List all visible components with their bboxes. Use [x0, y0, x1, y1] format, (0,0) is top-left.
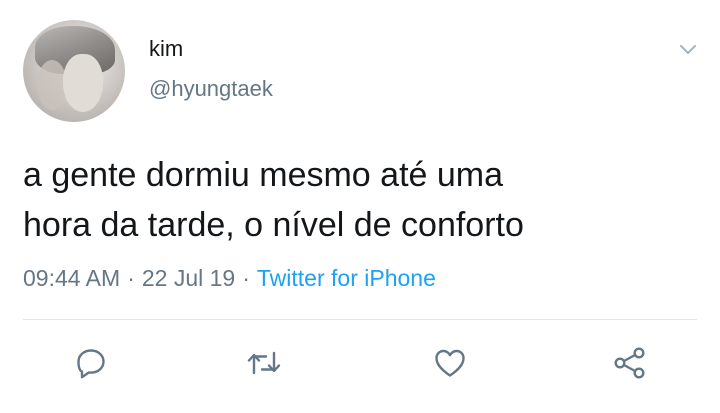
share-icon	[614, 347, 645, 379]
tweet-text-line: a gente dormiu mesmo até uma	[23, 156, 504, 194]
share-button[interactable]	[610, 343, 650, 383]
display-name[interactable]: kim	[149, 36, 183, 62]
tweet-meta: 09:44 AM · 22 Jul 19 · Twitter for iPhone	[23, 262, 436, 294]
reply-button[interactable]	[71, 343, 111, 383]
like-button[interactable]	[430, 343, 470, 383]
reply-icon	[77, 349, 105, 379]
heart-icon	[435, 349, 465, 377]
tweet-time[interactable]: 09:44 AM	[23, 265, 120, 291]
retweet-icon	[247, 351, 281, 375]
meta-separator: ·	[242, 265, 250, 291]
tweet-source-link[interactable]: Twitter for iPhone	[257, 265, 436, 291]
tweet-text: a gente dormiu mesmo até uma hora da tar…	[23, 150, 703, 250]
tweet-card: kim @hyungtaek a gente dormiu mesmo até …	[0, 0, 720, 413]
chevron-down-icon[interactable]	[677, 38, 699, 60]
avatar[interactable]	[23, 20, 125, 122]
tweet-date[interactable]: 22 Jul 19	[142, 265, 235, 291]
avatar-face	[63, 54, 103, 112]
retweet-button[interactable]	[244, 343, 284, 383]
divider	[23, 319, 697, 320]
meta-separator: ·	[127, 265, 135, 291]
tweet-text-line: hora da tarde, o nível de conforto	[23, 206, 524, 244]
user-handle[interactable]: @hyungtaek	[149, 76, 273, 102]
